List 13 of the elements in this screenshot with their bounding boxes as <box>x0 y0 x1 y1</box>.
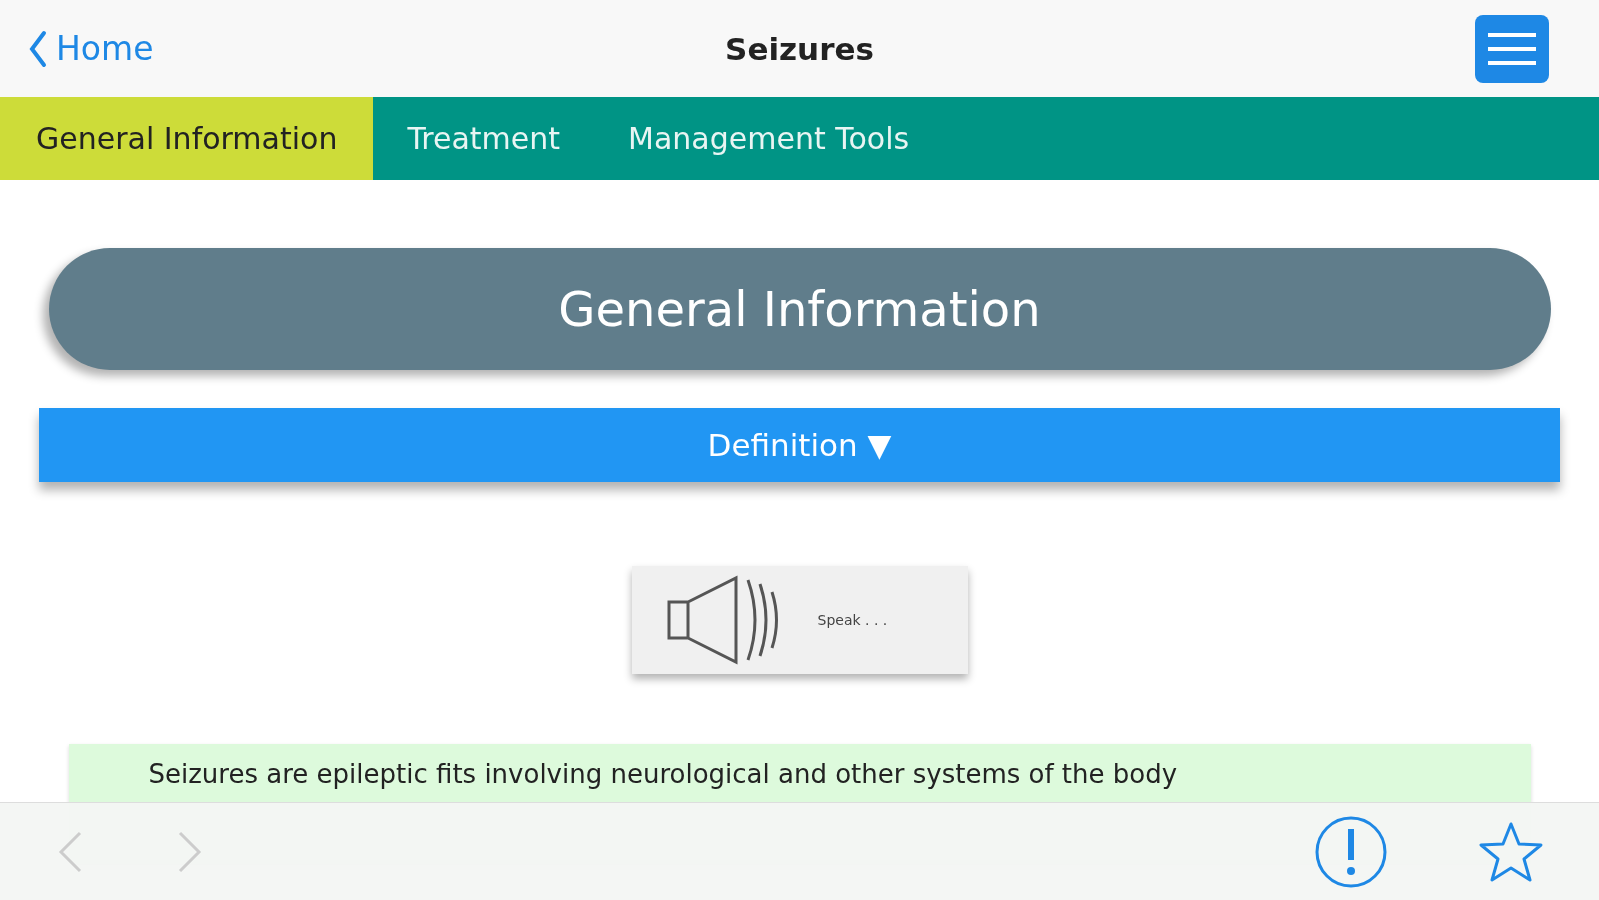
speak-button[interactable]: Speak . . . <box>631 566 968 674</box>
tab[interactable]: Management Tools <box>594 97 944 180</box>
alert-icon[interactable] <box>1314 814 1388 889</box>
menu-button[interactable] <box>1475 14 1549 83</box>
definition-toggle[interactable]: Definition ▼ <box>39 408 1560 482</box>
definition-text: Seizures are epileptic fits involving neurological and other systems of the body <box>148 758 1179 790</box>
section-header: General Information <box>48 248 1551 370</box>
page-title: Seizures <box>725 30 874 67</box>
tab[interactable]: General Information <box>0 97 374 180</box>
back-link[interactable]: Home <box>28 28 278 69</box>
back-chevron-icon <box>28 28 48 69</box>
tab[interactable]: Treatment <box>373 97 595 180</box>
star-icon[interactable] <box>1478 820 1544 883</box>
